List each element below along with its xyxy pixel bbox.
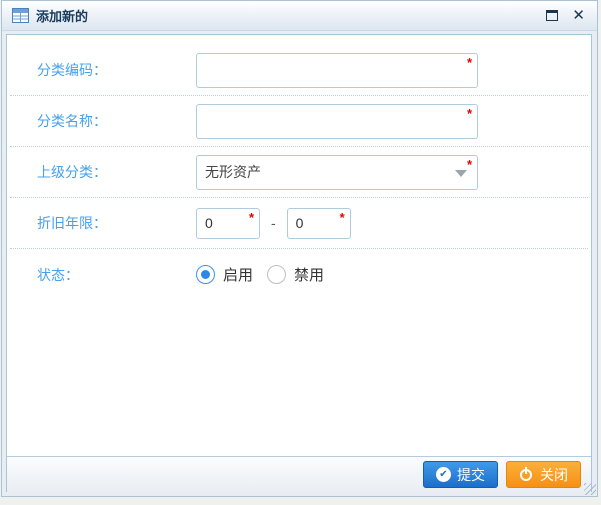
radio-enabled-label[interactable]: 启用 xyxy=(223,264,253,285)
status-label: 状态： xyxy=(10,265,196,285)
parent-category-select[interactable]: 无形资产 xyxy=(196,155,478,190)
depreciation-years-label: 折旧年限： xyxy=(10,213,196,233)
form-panel: 分类编码： * 分类名称： * xyxy=(6,34,592,492)
category-code-label: 分类编码： xyxy=(10,60,196,80)
parent-category-select-wrap: 无形资产 * xyxy=(196,155,478,190)
radio-disabled[interactable] xyxy=(267,265,286,284)
category-code-input[interactable] xyxy=(196,53,478,88)
table-icon xyxy=(12,8,29,23)
category-name-input-wrap: * xyxy=(196,104,478,139)
category-name-field: * xyxy=(196,104,588,139)
parent-category-field: 无形资产 * xyxy=(196,155,588,190)
radio-enabled[interactable] xyxy=(196,265,215,284)
form-row-parent-category: 上级分类： 无形资产 * xyxy=(10,147,588,198)
status-field: 启用 禁用 xyxy=(196,264,588,285)
parent-category-label: 上级分类： xyxy=(10,162,196,182)
chevron-down-icon xyxy=(455,170,467,177)
years-from-input-wrap: * xyxy=(196,208,260,239)
add-new-dialog: 添加新的 ✕ 分类编码： * 分类名称： xyxy=(1,0,598,497)
submit-button[interactable]: ✔ 提交 xyxy=(423,461,498,488)
category-name-input[interactable] xyxy=(196,104,478,139)
radio-selected-dot xyxy=(201,270,210,279)
form-row-category-name: 分类名称： * xyxy=(10,96,588,147)
close-icon[interactable]: ✕ xyxy=(572,8,585,23)
category-code-field: * xyxy=(196,53,588,88)
dialog-title: 添加新的 xyxy=(36,6,88,25)
dialog-titlebar: 添加新的 ✕ xyxy=(2,1,597,31)
form-row-depreciation-years: 折旧年限： * - * xyxy=(10,198,588,249)
power-icon xyxy=(519,467,534,482)
close-button-label: 关闭 xyxy=(540,465,568,485)
years-to-input[interactable] xyxy=(287,208,351,239)
range-separator: - xyxy=(271,215,276,231)
resize-grip[interactable] xyxy=(584,483,596,495)
form-row-category-code: 分类编码： * xyxy=(10,45,588,96)
parent-category-selected-value: 无形资产 xyxy=(205,162,261,182)
dialog-footer: ✔ 提交 关闭 xyxy=(7,456,591,492)
depreciation-years-field: * - * xyxy=(196,208,588,239)
category-name-label: 分类名称： xyxy=(10,111,196,131)
close-button[interactable]: 关闭 xyxy=(506,461,581,488)
maximize-icon[interactable] xyxy=(546,10,558,21)
submit-button-label: 提交 xyxy=(457,465,485,485)
radio-disabled-label[interactable]: 禁用 xyxy=(294,264,324,285)
years-from-input[interactable] xyxy=(196,208,260,239)
years-to-input-wrap: * xyxy=(287,208,351,239)
category-code-input-wrap: * xyxy=(196,53,478,88)
form-body: 分类编码： * 分类名称： * xyxy=(7,35,591,456)
form-row-status: 状态： 启用 禁用 xyxy=(10,249,588,300)
check-circle-icon: ✔ xyxy=(436,467,451,482)
